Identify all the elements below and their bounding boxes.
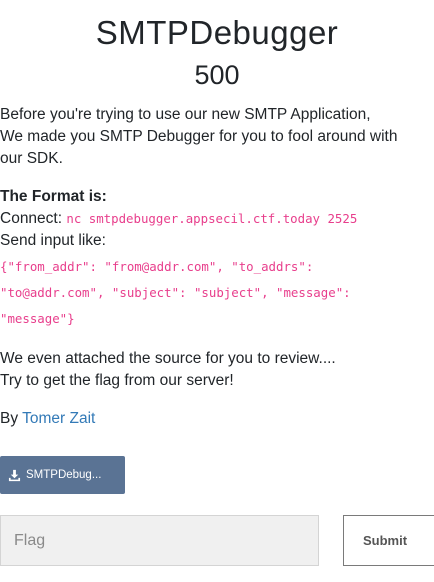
flag-input[interactable] <box>0 515 319 566</box>
connect-label: Connect: <box>0 210 67 227</box>
connect-line: Connect: nc smtpdebugger.appsecil.ctf.to… <box>0 208 430 230</box>
intro-line: Before you're trying to use our new SMTP… <box>0 106 371 123</box>
send-input-label: Send input like: <box>0 232 106 249</box>
attachment-download-button[interactable]: SMTPDebug... <box>0 456 125 494</box>
input-example-line: {"from_addr": "from@addr.com", "to_addrs… <box>0 259 314 274</box>
author-link[interactable]: Tomer Zait <box>22 410 95 427</box>
format-heading: The Format is: <box>0 188 107 205</box>
challenge-description: Before you're trying to use our new SMTP… <box>0 104 430 430</box>
author-paragraph: By Tomer Zait <box>0 408 430 430</box>
intro-paragraph: Before you're trying to use our new SMTP… <box>0 104 430 170</box>
challenge-points: 500 <box>194 60 240 90</box>
intro-line: our SDK. <box>0 150 63 167</box>
by-label: By <box>0 410 23 427</box>
intro-line: We made you SMTP Debugger for you to foo… <box>0 128 398 145</box>
connect-command: nc smtpdebugger.appsecil.ctf.today 2525 <box>66 211 358 226</box>
format-paragraph: The Format is: Connect: nc smtpdebugger.… <box>0 186 430 332</box>
source-paragraph: We even attached the source for you to r… <box>0 348 430 392</box>
attachment-label: SMTPDebug... <box>26 469 102 481</box>
source-line: We even attached the source for you to r… <box>0 350 336 367</box>
challenge-title: SMTPDebugger <box>95 14 339 51</box>
source-line: Try to get the flag from our server! <box>0 372 234 389</box>
input-example-line: "to@addr.com", "subject": "subject", "me… <box>0 285 351 300</box>
input-example-line: "message"} <box>0 311 75 326</box>
download-icon <box>8 469 21 482</box>
submit-button[interactable]: Submit <box>343 515 434 566</box>
input-example: {"from_addr": "from@addr.com", "to_addrs… <box>0 254 430 332</box>
